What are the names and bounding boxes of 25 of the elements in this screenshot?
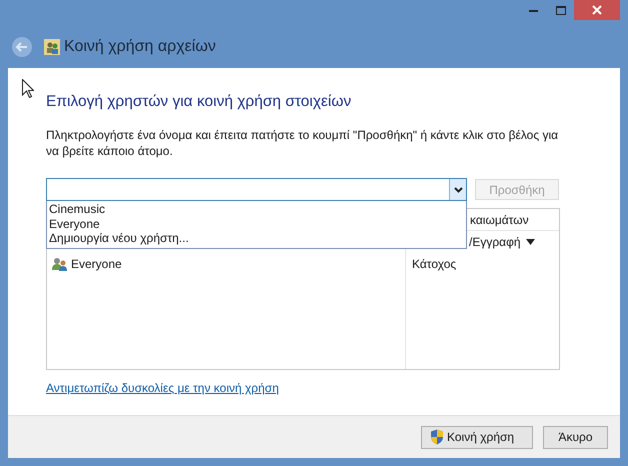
maximize-icon[interactable]: [556, 6, 566, 14]
cancel-button[interactable]: Άκυρο: [543, 426, 608, 448]
shield-icon: [430, 429, 444, 445]
permission-level: Κάτοχος: [412, 256, 456, 274]
share-button[interactable]: Κοινή χρήση: [421, 426, 533, 448]
column-header[interactable]: καιωμάτων: [470, 210, 529, 229]
minimize-icon[interactable]: [529, 8, 538, 12]
users-icon: [52, 257, 68, 272]
dropdown-option[interactable]: Everyone: [47, 216, 466, 232]
name-combo-field[interactable]: [46, 178, 467, 202]
dropdown-caret-icon[interactable]: [454, 186, 462, 193]
user-name: Everyone: [71, 256, 122, 274]
back-icon[interactable]: [11, 36, 33, 58]
mouse-pointer-icon: [22, 79, 34, 98]
permission-level: /Εγγραφή: [469, 234, 521, 252]
instruction-text: Πληκτρολογήστε ένα όνομα και έπειτα πατήστε το κουμπί "Προσθήκη" ή κάντε κλικ στο βέλος για να βρείτε κάποιο άτομο.: [46, 127, 560, 160]
help-link[interactable]: Αντιμετωπίζω δυσκολίες με την κοινή χρήση: [46, 379, 279, 398]
dropdown-option[interactable]: Cinemusic: [47, 202, 466, 217]
page-heading: Επιλογή χρηστών για κοινή χρήση στοιχείων: [46, 92, 352, 112]
close-button[interactable]: [574, 0, 620, 20]
window-title: Κοινή χρήση αρχείων: [64, 37, 216, 57]
dropdown-option[interactable]: Δημιουργία νέου χρήστη...: [47, 231, 466, 246]
people-icon: [44, 39, 60, 55]
caret-icon[interactable]: [526, 239, 535, 246]
close-icon[interactable]: [592, 5, 602, 15]
